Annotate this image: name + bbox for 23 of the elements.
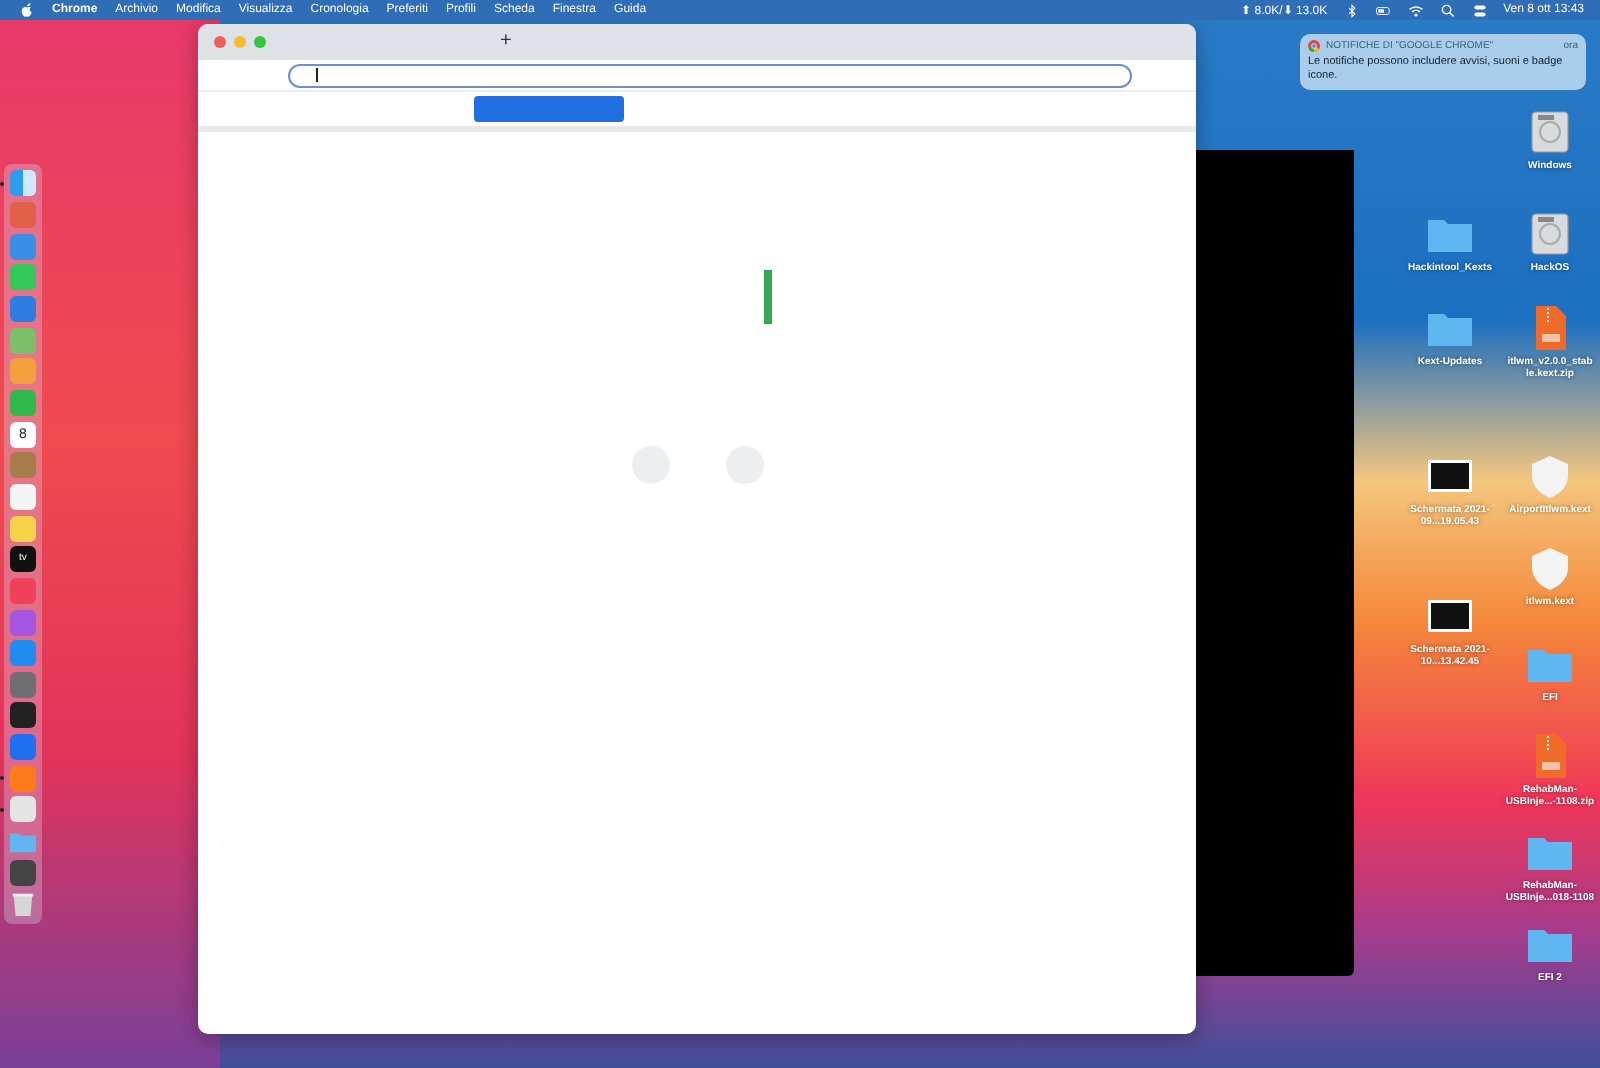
app-icon[interactable] [10,702,36,729]
battery-icon[interactable] [1375,3,1392,17]
app-icon[interactable] [10,796,36,823]
app-icon[interactable] [10,859,36,886]
folder-icon[interactable] [10,828,36,855]
wifi-icon[interactable] [1407,3,1424,17]
kext-shield-icon[interactable] [1526,452,1574,500]
app-icon[interactable] [10,483,36,510]
new-tab-button[interactable]: + [500,32,512,52]
minimize-button[interactable] [234,36,246,48]
bluetooth-icon[interactable] [1343,3,1360,17]
kext-shield-icon[interactable] [1526,544,1574,592]
apple-logo-icon[interactable] [20,2,34,18]
zoom-button[interactable] [254,36,266,48]
trash-icon[interactable] [10,890,36,917]
search-icon[interactable] [1439,3,1456,17]
address-bar[interactable] [288,63,1132,87]
control-center-icon[interactable] [1471,3,1488,17]
chrome-logo-icon [1308,40,1320,52]
finder-face-icon[interactable] [10,170,36,197]
text-cursor [316,68,318,82]
close-button[interactable] [214,36,226,48]
loading-bar [764,270,772,324]
